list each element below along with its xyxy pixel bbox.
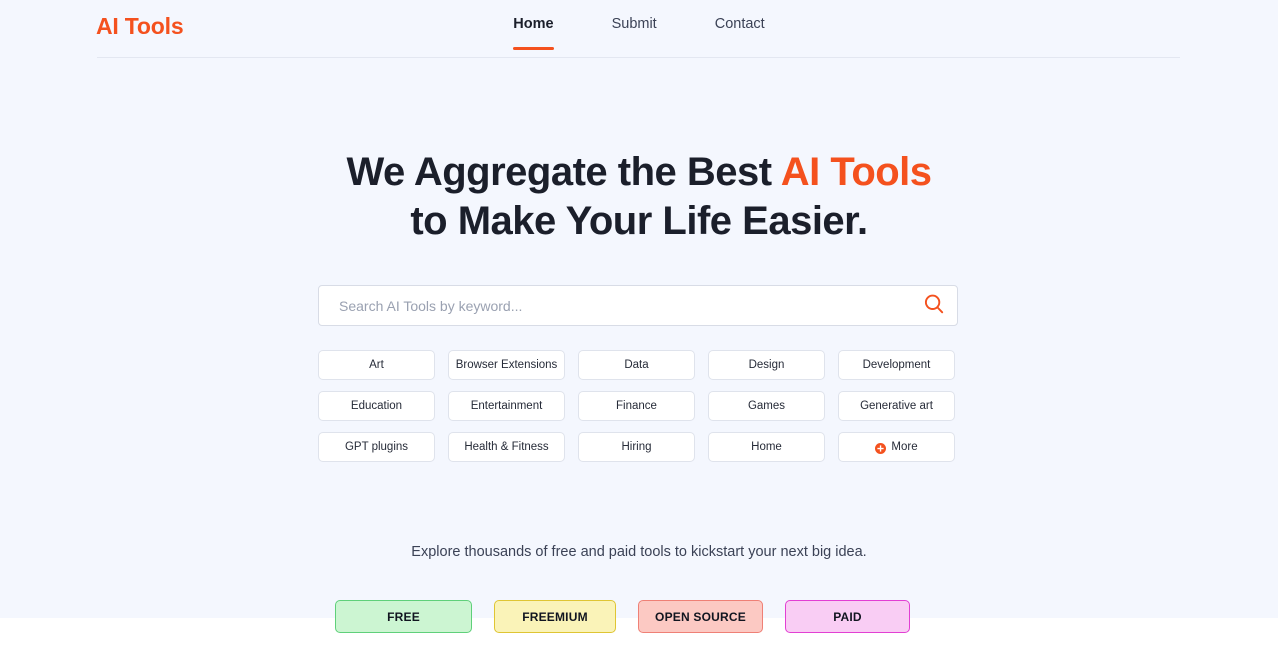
nav-item-submit[interactable]: Submit: [583, 17, 686, 52]
category-button-finance[interactable]: Finance: [578, 391, 695, 421]
pricing-pill-label: PAID: [833, 609, 862, 624]
category-label: Data: [624, 359, 649, 371]
hero-section: We Aggregate the Best AI Tools to Make Y…: [0, 148, 1278, 246]
category-label: Education: [350, 400, 403, 412]
category-button-hiring[interactable]: Hiring: [578, 432, 695, 462]
category-label: Games: [747, 400, 786, 412]
category-label: Browser Extensions: [455, 359, 558, 371]
nav-item-contact-label: Contact: [714, 16, 765, 32]
pricing-pill-label: FREE: [387, 609, 420, 624]
category-label: Home: [751, 441, 782, 453]
tagline: Explore thousands of free and paid tools…: [411, 544, 867, 560]
headline-line1-plain: We Aggregate the Best: [346, 150, 781, 194]
category-button-entertainment[interactable]: Entertainment: [448, 391, 565, 421]
category-label: Design: [748, 359, 785, 371]
nav-item-home[interactable]: Home: [484, 17, 582, 52]
category-list: Art Browser Extensions Data Design Devel…: [318, 350, 958, 462]
main-nav: Home Submit Contact: [0, 0, 1278, 56]
nav-item-submit-label: Submit: [611, 16, 657, 32]
pricing-pill-open-source[interactable]: OPEN SOURCE: [638, 600, 763, 633]
category-button-education[interactable]: Education: [318, 391, 435, 421]
pricing-pill-label: OPEN SOURCE: [655, 609, 746, 624]
pricing-pill-paid[interactable]: PAID: [785, 600, 910, 633]
search-bar[interactable]: [318, 285, 958, 326]
search-button[interactable]: [911, 286, 957, 325]
page-title: We Aggregate the Best AI Tools to Make Y…: [0, 148, 1278, 246]
category-button-data[interactable]: Data: [578, 350, 695, 380]
plus-circle-icon: [875, 442, 887, 454]
category-button-more[interactable]: More: [838, 432, 955, 462]
pricing-pill-freemium[interactable]: FREEMIUM: [494, 600, 616, 633]
category-label: Health & Fitness: [464, 441, 549, 453]
headline-line1-accent: AI Tools: [780, 150, 932, 194]
search-icon: [923, 293, 945, 318]
pricing-pill-free[interactable]: FREE: [335, 600, 472, 633]
category-label: GPT plugins: [344, 441, 409, 453]
category-label: Art: [369, 359, 384, 371]
nav-item-home-label: Home: [513, 16, 554, 32]
category-label: Hiring: [621, 441, 652, 453]
nav-item-contact[interactable]: Contact: [686, 17, 794, 52]
header-divider: [97, 57, 1180, 58]
category-button-gpt-plugins[interactable]: GPT plugins: [318, 432, 435, 462]
category-label: Entertainment: [470, 400, 543, 412]
category-button-health-and-fitness[interactable]: Health & Fitness: [448, 432, 565, 462]
category-label: Development: [862, 359, 931, 371]
category-label: Generative art: [860, 400, 933, 412]
pricing-filter-list: FREE FREEMIUM OPEN SOURCE PAID: [335, 600, 943, 633]
category-button-art[interactable]: Art: [318, 350, 435, 380]
nav-active-underline: [513, 46, 554, 50]
category-button-design[interactable]: Design: [708, 350, 825, 380]
category-button-browser-extensions[interactable]: Browser Extensions: [448, 350, 565, 380]
category-button-games[interactable]: Games: [708, 391, 825, 421]
pricing-pill-label: FREEMIUM: [522, 609, 588, 624]
search-input[interactable]: [319, 297, 911, 314]
category-button-generative-art[interactable]: Generative art: [838, 391, 955, 421]
category-button-development[interactable]: Development: [838, 350, 955, 380]
category-button-home[interactable]: Home: [708, 432, 825, 462]
site-header: AI Tools Home Submit Contact: [0, 0, 1278, 58]
headline-line2: to Make Your Life Easier.: [410, 199, 868, 243]
category-label: More: [891, 441, 918, 453]
page-root: AI Tools Home Submit Contact We Aggregat…: [0, 0, 1278, 667]
category-label: Finance: [616, 400, 657, 412]
